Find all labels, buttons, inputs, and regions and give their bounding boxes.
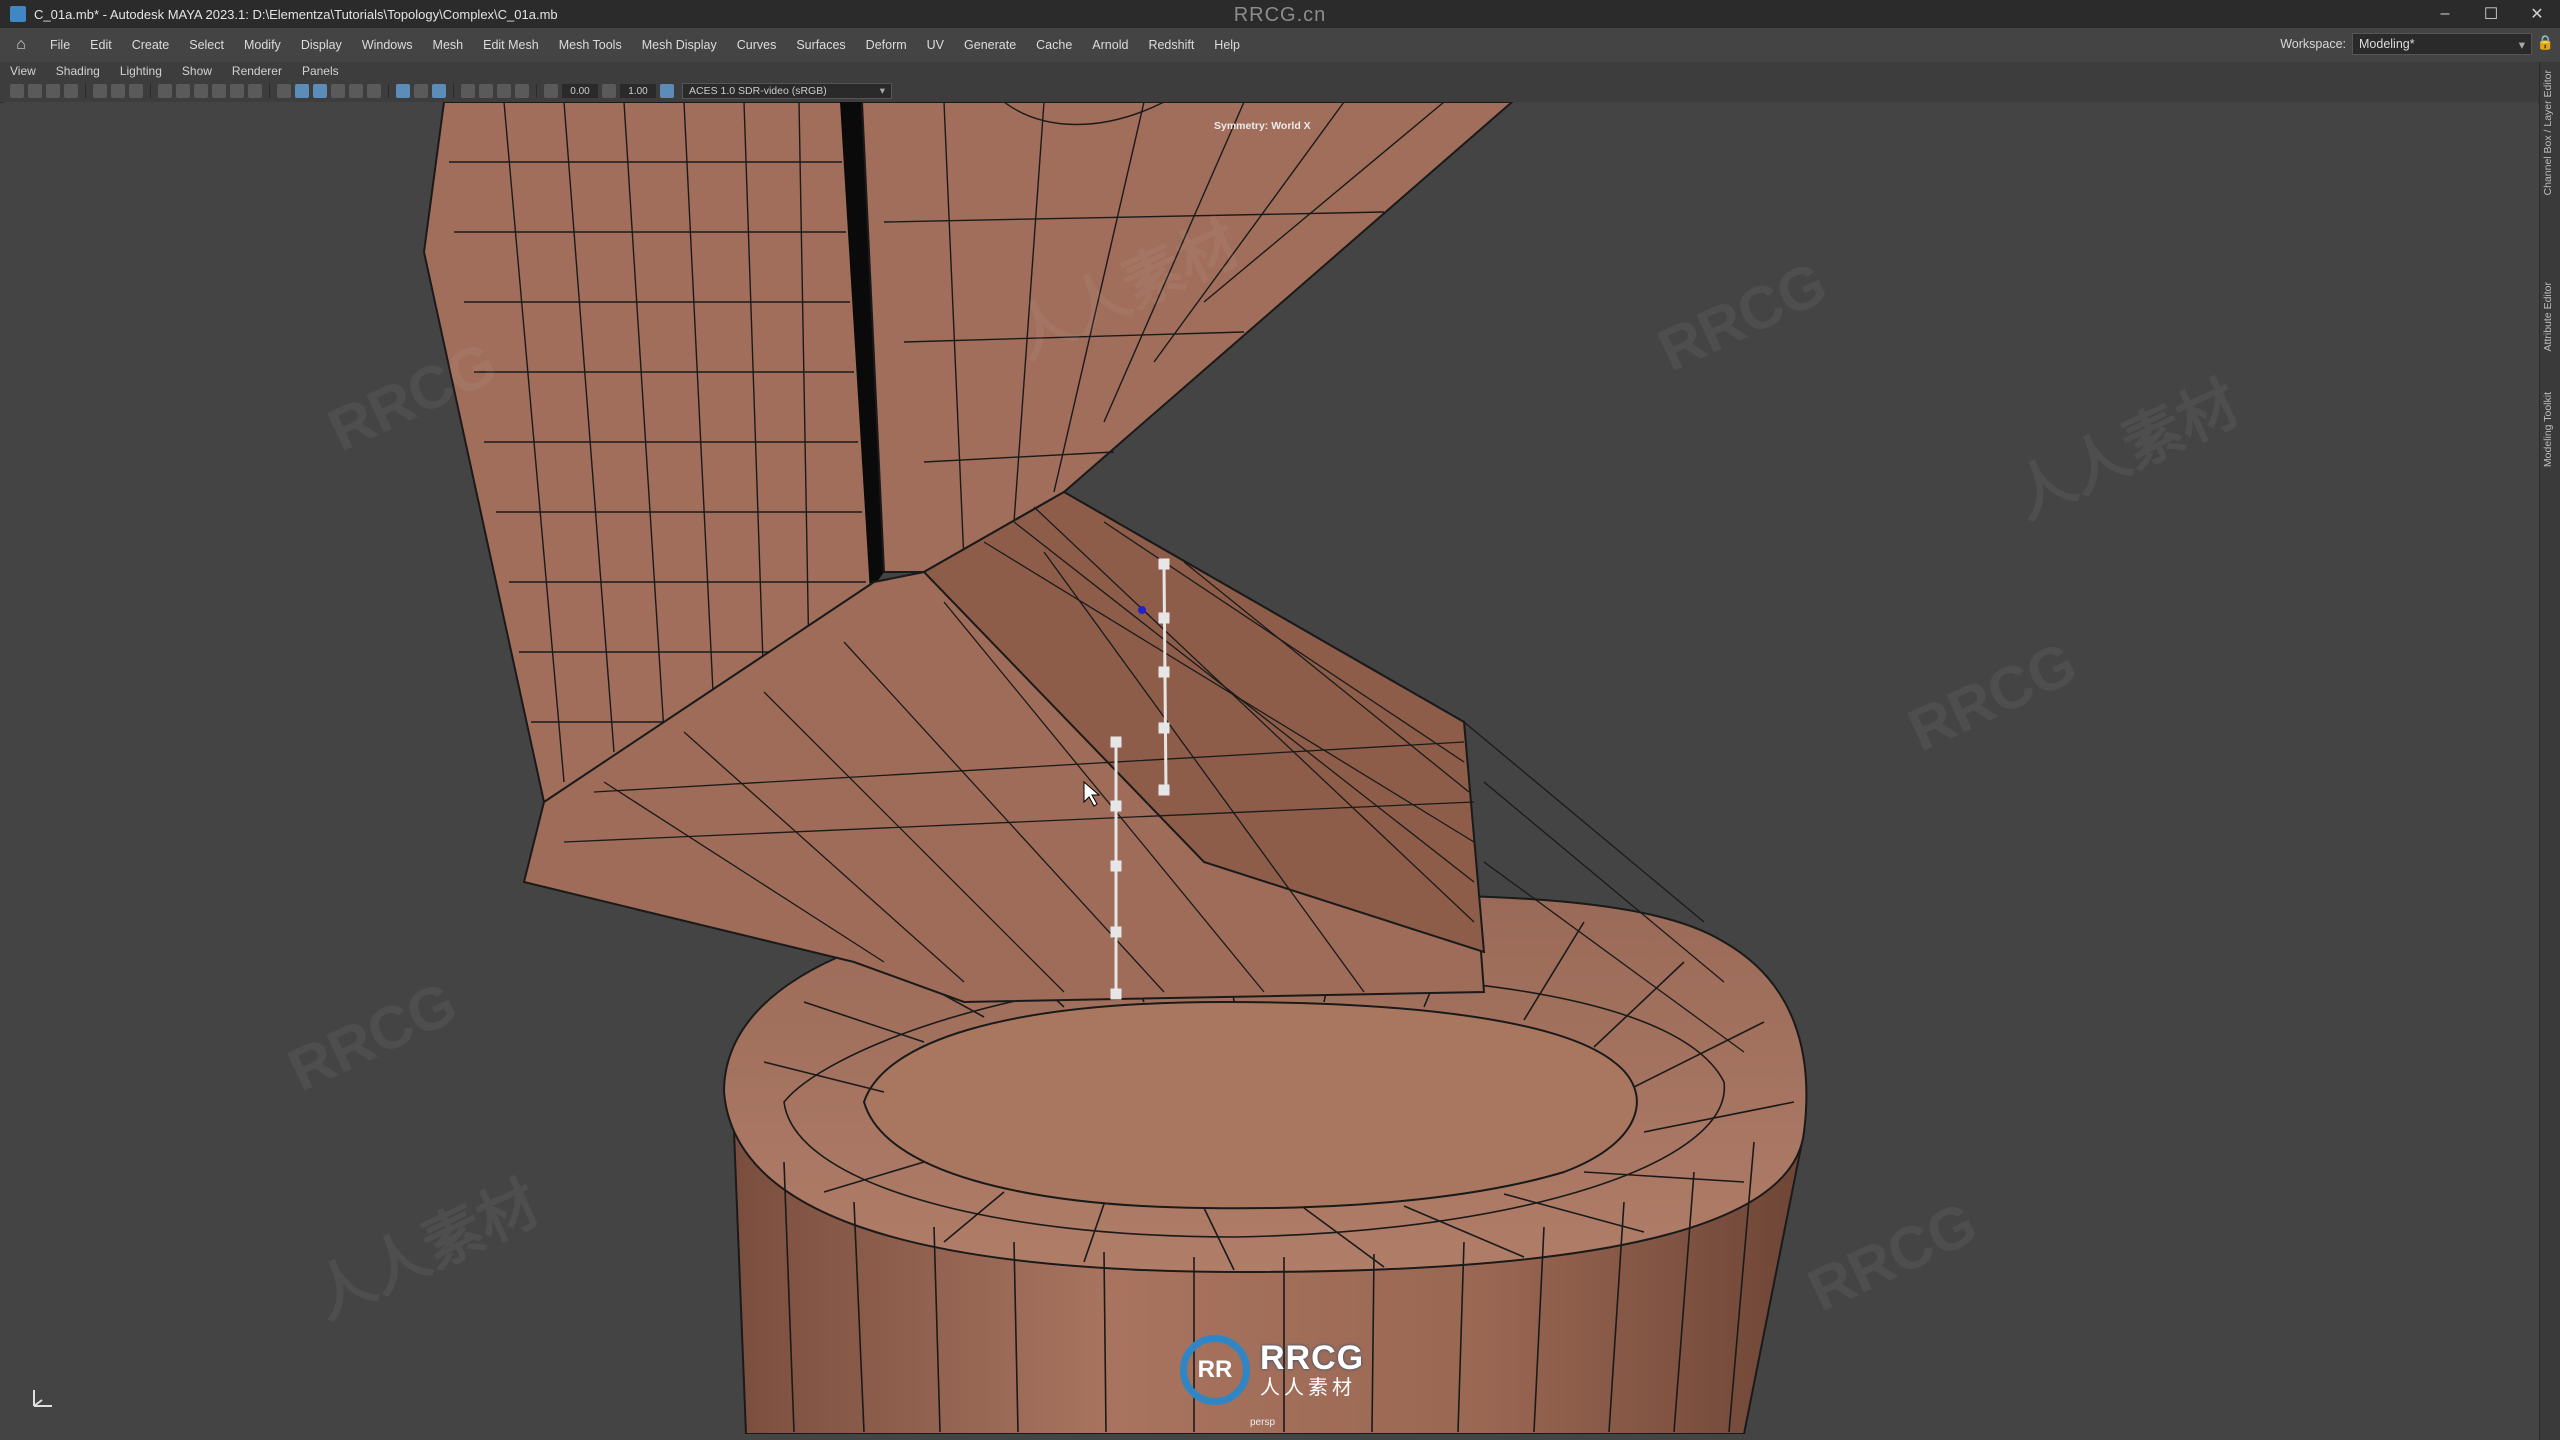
rrcg-logo: RR RRCG 人人素材 <box>1180 1328 1390 1412</box>
panel-menu-show[interactable]: Show <box>172 64 222 78</box>
xray-active-icon[interactable] <box>414 84 428 98</box>
menu-display[interactable]: Display <box>291 38 352 52</box>
base-inner-rim <box>862 1000 1638 1210</box>
motion-blur-icon[interactable] <box>479 84 493 98</box>
menu-uv[interactable]: UV <box>917 38 954 52</box>
grease-pencil-icon[interactable] <box>111 84 125 98</box>
menu-create[interactable]: Create <box>122 38 180 52</box>
logo-subtext: 人人素材 <box>1260 1377 1356 1399</box>
toolbar-separator <box>269 84 270 98</box>
use-lights-icon[interactable] <box>349 84 363 98</box>
safe-action-icon[interactable] <box>230 84 244 98</box>
window-controls: – ☐ ✕ <box>2422 0 2560 28</box>
depth-of-field-icon[interactable] <box>515 84 529 98</box>
menu-deform[interactable]: Deform <box>856 38 917 52</box>
lock-icon[interactable]: 🔒 <box>2537 34 2554 51</box>
menu-mesh-tools[interactable]: Mesh Tools <box>549 38 632 52</box>
textured-icon[interactable] <box>331 84 345 98</box>
upper-block <box>860 102 1514 573</box>
axis-gizmo-icon <box>33 1390 52 1407</box>
color-management-icon[interactable] <box>660 84 674 98</box>
menu-mesh[interactable]: Mesh <box>423 38 474 52</box>
toolbar-separator <box>388 84 389 98</box>
toolbar-separator <box>536 84 537 98</box>
menu-arnold[interactable]: Arnold <box>1082 38 1138 52</box>
grid-icon[interactable] <box>129 84 143 98</box>
smooth-shade-icon[interactable] <box>295 84 309 98</box>
panel-menu-lighting[interactable]: Lighting <box>110 64 172 78</box>
menu-curves[interactable]: Curves <box>727 38 787 52</box>
panel-menu-bar: View Shading Lighting Show Renderer Pane… <box>0 62 2540 80</box>
menu-file[interactable]: File <box>40 38 80 52</box>
tab-channel-box[interactable]: Channel Box / Layer Editor <box>2542 70 2554 196</box>
shadows-icon[interactable] <box>367 84 381 98</box>
image-plane-icon[interactable] <box>64 84 78 98</box>
watermark-text: RRCG.cn <box>1233 4 1327 26</box>
field-chart-icon[interactable] <box>212 84 226 98</box>
screen-space-ao-icon[interactable] <box>461 84 475 98</box>
tab-modeling-toolkit[interactable]: Modeling Toolkit <box>2542 392 2554 467</box>
gamma-icon[interactable] <box>602 84 616 98</box>
exposure-icon[interactable] <box>544 84 558 98</box>
multisample-aa-icon[interactable] <box>497 84 511 98</box>
isolate-select-icon[interactable] <box>432 84 446 98</box>
safe-title-icon[interactable] <box>248 84 262 98</box>
menu-surfaces[interactable]: Surfaces <box>786 38 855 52</box>
select-camera-icon[interactable] <box>10 84 24 98</box>
wireframe-on-shaded-icon[interactable] <box>313 84 327 98</box>
panel-toolbar: 0.00 1.00 ACES 1.0 SDR-video (sRGB) <box>0 80 2540 103</box>
bookmark-icon[interactable] <box>46 84 60 98</box>
panel-menu-panels[interactable]: Panels <box>292 64 349 78</box>
menu-select[interactable]: Select <box>179 38 234 52</box>
panel-menu-shading[interactable]: Shading <box>46 64 110 78</box>
title-bar: C_01a.mb* - Autodesk MAYA 2023.1: D:\Ele… <box>0 0 2560 28</box>
home-icon[interactable]: ⌂ <box>10 34 32 56</box>
menu-mesh-display[interactable]: Mesh Display <box>632 38 727 52</box>
panel-menu-renderer[interactable]: Renderer <box>222 64 292 78</box>
toolbar-separator <box>453 84 454 98</box>
menu-edit[interactable]: Edit <box>80 38 122 52</box>
active-vertex <box>1138 606 1146 614</box>
logo-text: RRCG <box>1260 1339 1365 1377</box>
menu-modify[interactable]: Modify <box>234 38 291 52</box>
toolbar-separator <box>150 84 151 98</box>
minimize-icon[interactable]: – <box>2422 0 2468 28</box>
symmetry-label: Symmetry: World X <box>1214 120 1311 132</box>
workspace-dropdown[interactable]: Modeling* <box>2352 33 2532 55</box>
main-menu-bar: ⌂ File Edit Create Select Modify Display… <box>0 28 2560 63</box>
gamma-field[interactable]: 1.00 <box>620 84 656 98</box>
toolbar-separator <box>85 84 86 98</box>
menu-cache[interactable]: Cache <box>1026 38 1082 52</box>
menu-edit-mesh[interactable]: Edit Mesh <box>473 38 549 52</box>
menu-help[interactable]: Help <box>1204 38 1250 52</box>
menu-windows[interactable]: Windows <box>352 38 423 52</box>
workspace-label: Workspace: <box>2280 37 2346 51</box>
maximize-icon[interactable]: ☐ <box>2468 0 2514 28</box>
workspace-selector: Workspace: Modeling* <box>2280 33 2532 55</box>
wireframe-icon[interactable] <box>277 84 291 98</box>
tab-attribute-editor[interactable]: Attribute Editor <box>2542 282 2554 351</box>
close-icon[interactable]: ✕ <box>2514 0 2560 28</box>
camera-attributes-icon[interactable] <box>28 84 42 98</box>
film-gate-icon[interactable] <box>158 84 172 98</box>
panel-menu-view[interactable]: View <box>0 64 46 78</box>
3d-viewport[interactable]: RRCG 人人素材 RRCG RRCG RRCG 人人素材 RRCG 人人素材 … <box>4 102 2538 1434</box>
side-panel-tabs: Channel Box / Layer Editor Attribute Edi… <box>2539 62 2560 1440</box>
resolution-gate-icon[interactable] <box>176 84 190 98</box>
menu-redshift[interactable]: Redshift <box>1138 38 1204 52</box>
camera-label: persp <box>1250 1417 1276 1428</box>
rrcg-logo-icon: RR <box>1180 1335 1250 1405</box>
view-transform-dropdown[interactable]: ACES 1.0 SDR-video (sRGB) <box>682 83 892 99</box>
exposure-field[interactable]: 0.00 <box>562 84 598 98</box>
2d-pan-zoom-icon[interactable] <box>93 84 107 98</box>
xray-icon[interactable] <box>396 84 410 98</box>
gate-mask-icon[interactable] <box>194 84 208 98</box>
menu-generate[interactable]: Generate <box>954 38 1026 52</box>
